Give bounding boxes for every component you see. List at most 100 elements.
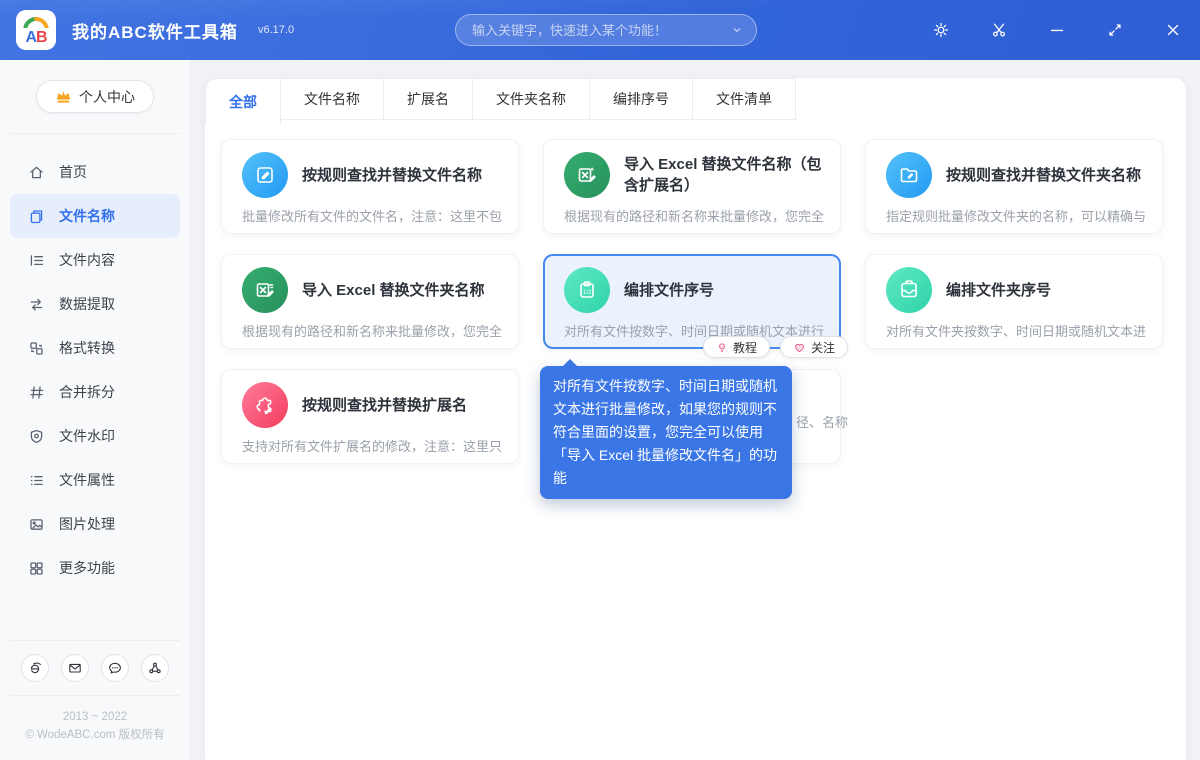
- mail-icon[interactable]: [61, 654, 89, 682]
- title-bar: AB 我的ABC软件工具箱 v6.17.0: [0, 0, 1200, 60]
- card-desc: 支持对所有文件扩展名的修改，注意：这里只是修改: [242, 439, 502, 454]
- scissors-tool-icon[interactable]: [988, 19, 1010, 41]
- folder-number-icon: [886, 267, 932, 313]
- logo-letters: AB: [25, 29, 47, 46]
- sidebar-item-label: 文件属性: [59, 472, 115, 488]
- card-replace-extension[interactable]: 按规则查找并替换扩展名 支持对所有文件扩展名的修改，注意：这里只是修改: [221, 369, 519, 464]
- watermark-icon: [28, 428, 45, 445]
- sidebar-item-merge-split[interactable]: 合并拆分: [10, 370, 180, 414]
- svg-text:1/2: 1/2: [583, 289, 592, 296]
- puzzle-edit-icon: [242, 382, 288, 428]
- card-hover-actions: 教程 关注: [702, 336, 848, 358]
- card-desc: 指定规则批量修改文件夹的名称，可以精确与模糊替换: [886, 209, 1146, 224]
- sidebar-item-file-content[interactable]: 文件内容: [10, 238, 180, 282]
- card-title: 按规则查找并替换扩展名: [302, 396, 468, 414]
- sidebar-item-data-extract[interactable]: 数据提取: [10, 282, 180, 326]
- card-title: 编排文件夹序号: [946, 281, 1052, 299]
- sidebar-item-label: 合并拆分: [59, 384, 115, 400]
- close-button[interactable]: [1162, 19, 1184, 41]
- card-desc: 根据现有的路径和新名称来批量修改，您完全可以利用: [564, 209, 824, 224]
- search-input[interactable]: [472, 22, 730, 38]
- card-desc-fragment: 径、名称: [796, 415, 849, 430]
- card-desc: 批量修改所有文件的文件名，注意：这里不包含扩展名: [242, 209, 502, 224]
- card-title: 按规则查找并替换文件夹名称: [946, 166, 1142, 184]
- ie-browser-icon[interactable]: [21, 654, 49, 682]
- tutorial-label: 教程: [732, 340, 757, 355]
- search-box[interactable]: [455, 14, 757, 46]
- edit-document-icon: [242, 152, 288, 198]
- sidebar-item-label: 数据提取: [59, 296, 115, 312]
- tab-folder-name[interactable]: 文件夹名称: [472, 78, 590, 120]
- tab-file-name[interactable]: 文件名称: [280, 78, 384, 120]
- logo-arc-icon: [23, 17, 49, 28]
- follow-button[interactable]: 关注: [779, 336, 848, 358]
- tab-extension[interactable]: 扩展名: [383, 78, 473, 120]
- sidebar-item-label: 图片处理: [59, 516, 115, 532]
- tab-file-list[interactable]: 文件清单: [692, 78, 796, 120]
- sidebar-nav: 首页 文件名称 文件内容 数据提取 格式转换 合并拆分 文件水印 文件属性 图片…: [0, 150, 190, 590]
- merge-split-icon: [28, 384, 45, 401]
- category-tabs: 全部 文件名称 扩展名 文件夹名称 编排序号 文件清单: [205, 78, 1186, 125]
- social-links: [0, 641, 190, 695]
- card-desc: 根据现有的路径和新名称来批量修改，您完全可以利用: [242, 324, 502, 339]
- tab-serial-number[interactable]: 编排序号: [589, 78, 693, 120]
- main-panel: 全部 文件名称 扩展名 文件夹名称 编排序号 文件清单 按规则查找并替换文件名称…: [205, 78, 1186, 760]
- card-title: 按规则查找并替换文件名称: [302, 166, 483, 184]
- card-title: 编排文件序号: [624, 281, 715, 299]
- clipboard-number-icon: 1/2: [564, 267, 610, 313]
- sidebar-item-format-convert[interactable]: 格式转换: [10, 326, 180, 370]
- copyright-text: © WodeABC.com 版权所有: [25, 729, 165, 741]
- card-tooltip: 对所有文件按数字、时间日期或随机文本进行批量修改，如果您的规则不符合里面的设置，…: [540, 359, 792, 499]
- excel-import-icon: [242, 267, 288, 313]
- resize-button[interactable]: [1104, 19, 1126, 41]
- follow-label: 关注: [810, 340, 835, 355]
- data-extract-icon: [28, 296, 45, 313]
- share-icon[interactable]: [141, 654, 169, 682]
- card-replace-file-name[interactable]: 按规则查找并替换文件名称 批量修改所有文件的文件名，注意：这里不包含扩展名: [221, 139, 519, 234]
- sidebar-footer: 2013 ~ 2022 © WodeABC.com 版权所有: [0, 640, 190, 744]
- sidebar-item-home[interactable]: 首页: [10, 150, 180, 194]
- file-content-icon: [28, 252, 45, 269]
- card-replace-folder-name[interactable]: 按规则查找并替换文件夹名称 指定规则批量修改文件夹的名称，可以精确与模糊替换: [865, 139, 1163, 234]
- settings-gear-icon[interactable]: [930, 19, 952, 41]
- sidebar-item-image-process[interactable]: 图片处理: [10, 502, 180, 546]
- excel-import-icon: [564, 152, 610, 198]
- card-desc: 对所有文件夹按数字、时间日期或随机文本进行批量修: [886, 324, 1146, 339]
- chevron-down-icon[interactable]: [730, 23, 744, 37]
- more-features-icon: [28, 560, 45, 577]
- sidebar: 个人中心 首页 文件名称 文件内容 数据提取 格式转换 合并拆分 文件水印 文件…: [0, 60, 190, 760]
- sidebar-divider: [10, 133, 180, 134]
- sidebar-item-label: 文件名称: [59, 208, 115, 224]
- version-label: v6.17.0: [258, 24, 295, 36]
- card-title: 导入 Excel 替换文件夹名称: [302, 281, 485, 299]
- card-title: 导入 Excel 替换文件名称（包含扩展名）: [624, 156, 822, 194]
- heart-icon: [795, 343, 804, 352]
- lightbulb-icon: [718, 342, 725, 352]
- minimize-button[interactable]: [1046, 19, 1068, 41]
- format-convert-icon: [28, 340, 45, 357]
- folder-edit-icon: [886, 152, 932, 198]
- personal-center-label: 个人中心: [79, 88, 135, 105]
- tab-all[interactable]: 全部: [205, 78, 281, 125]
- card-serial-number-files[interactable]: 1/2 编排文件序号 对所有文件按数字、时间日期或随机文本进行批量修改 教程 关…: [543, 254, 848, 358]
- crown-icon: [56, 91, 71, 103]
- tutorial-button[interactable]: 教程: [702, 336, 770, 358]
- app-title: 我的ABC软件工具箱: [72, 23, 238, 42]
- copyright-years: 2013 ~ 2022: [62, 711, 128, 723]
- sidebar-item-file-name[interactable]: 文件名称: [10, 194, 180, 238]
- home-icon: [28, 164, 45, 181]
- sidebar-item-more-features[interactable]: 更多功能: [10, 546, 180, 590]
- personal-center-button[interactable]: 个人中心: [36, 80, 154, 113]
- chat-icon[interactable]: [101, 654, 129, 682]
- sidebar-item-watermark[interactable]: 文件水印: [10, 414, 180, 458]
- card-excel-replace-folder-name[interactable]: 导入 Excel 替换文件夹名称 根据现有的路径和新名称来批量修改，您完全可以利…: [221, 254, 519, 349]
- tooltip-text: 对所有文件按数字、时间日期或随机文本进行批量修改，如果您的规则不符合里面的设置，…: [553, 378, 778, 486]
- sidebar-item-label: 格式转换: [59, 340, 115, 356]
- file-name-icon: [28, 208, 45, 225]
- card-serial-number-folders[interactable]: 编排文件夹序号 对所有文件夹按数字、时间日期或随机文本进行批量修: [865, 254, 1163, 349]
- app-logo: AB: [16, 10, 56, 50]
- sidebar-item-file-attributes[interactable]: 文件属性: [10, 458, 180, 502]
- sidebar-item-label: 首页: [59, 164, 87, 180]
- card-excel-replace-file-name[interactable]: 导入 Excel 替换文件名称（包含扩展名） 根据现有的路径和新名称来批量修改，…: [543, 139, 841, 234]
- sidebar-item-label: 更多功能: [59, 560, 115, 576]
